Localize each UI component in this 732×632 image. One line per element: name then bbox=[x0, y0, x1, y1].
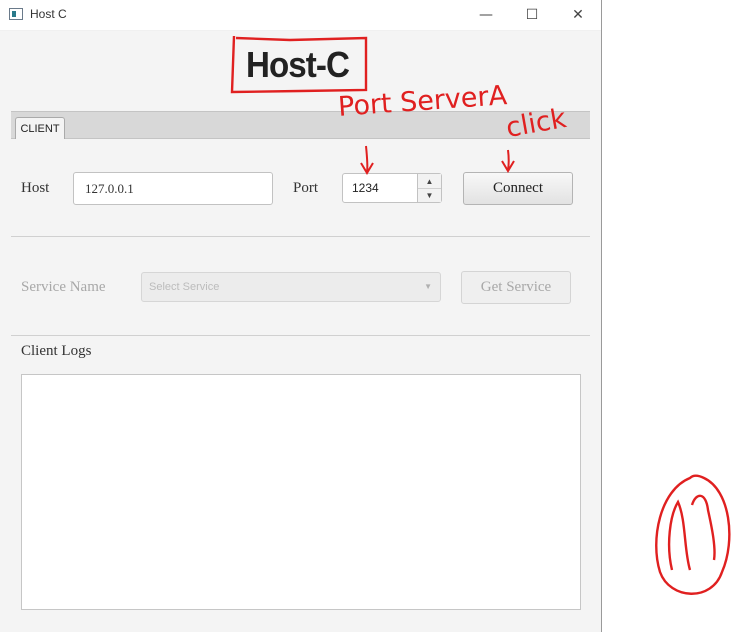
highlight-box bbox=[230, 35, 368, 94]
arrow-down-icon bbox=[501, 149, 515, 173]
arrow-down-icon bbox=[360, 145, 374, 175]
doodle-drawing bbox=[655, 474, 731, 595]
